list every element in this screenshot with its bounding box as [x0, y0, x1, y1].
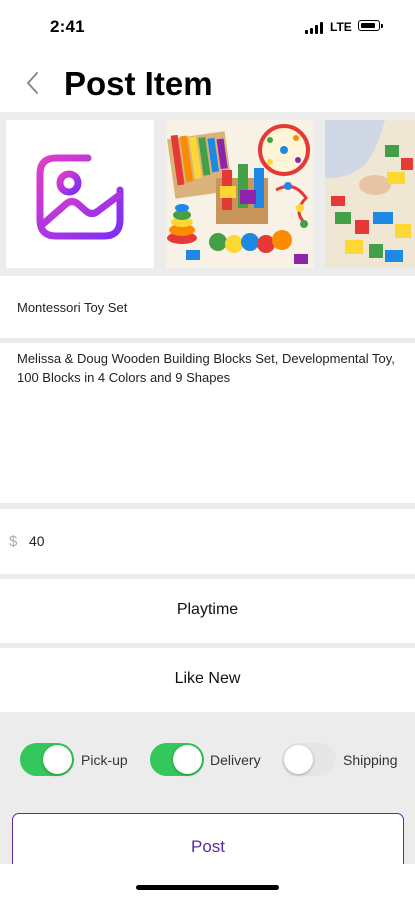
signal-icon — [305, 22, 325, 34]
toggle-knob — [284, 745, 313, 774]
shipping-label: Shipping — [343, 752, 398, 768]
home-indicator[interactable] — [136, 885, 279, 890]
add-photo-button[interactable] — [6, 120, 154, 268]
item-name-value: Montessori Toy Set — [17, 300, 128, 315]
category-selector[interactable]: Playtime — [0, 579, 415, 643]
toy-photo — [166, 120, 314, 268]
description-field[interactable]: Melissa & Doug Wooden Building Blocks Se… — [0, 343, 415, 503]
delivery-label: Delivery — [210, 752, 261, 768]
delivery-toggle[interactable] — [150, 743, 204, 776]
photo-thumbnail[interactable] — [325, 120, 415, 268]
page-title: Post Item — [64, 65, 213, 102]
chevron-left-icon — [27, 72, 38, 94]
toggle-knob — [43, 745, 72, 774]
toy-photo — [325, 120, 415, 268]
photo-thumbnail[interactable] — [166, 120, 314, 268]
delivery-options: Pick-up Delivery Shipping — [0, 718, 415, 803]
pickup-toggle[interactable] — [20, 743, 74, 776]
photo-strip — [0, 116, 415, 272]
condition-value: Like New — [174, 670, 241, 687]
toggle-knob — [173, 745, 202, 774]
network-label: LTE — [330, 20, 352, 34]
back-button[interactable] — [20, 68, 50, 98]
status-time: 2:41 — [50, 17, 85, 36]
shipping-toggle[interactable] — [282, 743, 336, 776]
item-name-field[interactable]: Montessori Toy Set — [0, 276, 415, 338]
description-value: Melissa & Doug Wooden Building Blocks Se… — [17, 351, 395, 385]
pickup-label: Pick-up — [81, 752, 128, 768]
condition-selector[interactable]: Like New — [0, 648, 415, 712]
battery-icon — [358, 20, 383, 31]
status-bar: 2:41 LTE — [0, 0, 415, 56]
price-field[interactable]: $ 40 — [0, 509, 415, 574]
nav-header: Post Item — [0, 56, 415, 112]
bottom-bar — [0, 864, 415, 900]
add-photo-icon — [36, 151, 124, 240]
price-value: 40 — [29, 533, 45, 549]
currency-symbol: $ — [9, 533, 18, 550]
category-value: Playtime — [176, 601, 239, 618]
